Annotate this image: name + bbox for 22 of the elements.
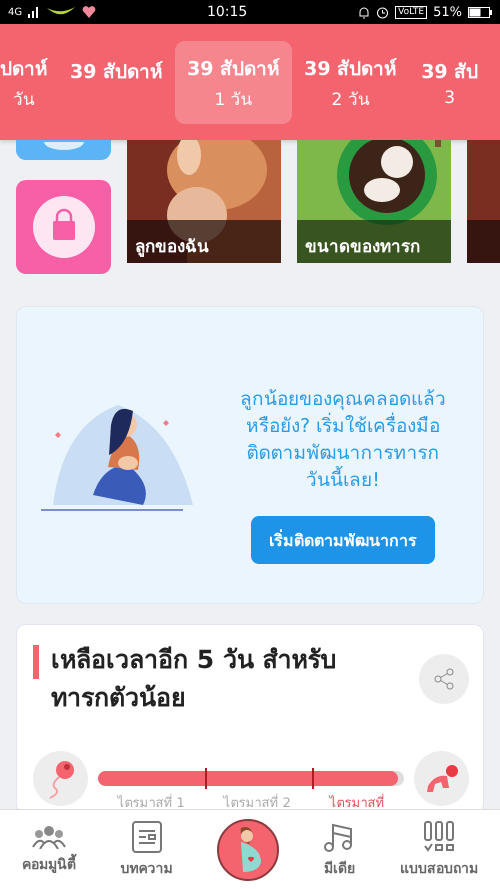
clock-time: 10:15 (206, 4, 248, 20)
trimester-label: ไตรมาสที่ (330, 792, 385, 809)
nav-tab[interactable]: แบบสอบถาม (400, 820, 478, 878)
week-tab[interactable]: ปดาห์ วัน (0, 40, 58, 124)
card-title: ขนาดของทารก (305, 236, 420, 259)
nav-tab[interactable]: มีเดีย (323, 820, 356, 878)
card-title: ลูกของฉัน (135, 236, 209, 259)
feature-card[interactable]: ลูกของฉัน (127, 140, 281, 273)
battery-percent: 51% (433, 4, 462, 20)
promo-message: ลูกน้อยของคุณคลอดแล้วหรือยัง? เริ่มใช้เครื่องมือติดตามพัฒนาการทารกวันนี้เลย! (239, 387, 447, 493)
start-tracking-button[interactable]: เริ่มติดตามพัฒนาการ (251, 516, 435, 564)
countdown-title: เหลือเวลาอีก 5 วัน สำหรับทารกตัวน้อย (51, 644, 338, 714)
week-tab[interactable]: 39 สัปดาห์ (58, 40, 176, 124)
network-type: 4G (8, 6, 22, 18)
trimester-label: ไตรมาสที่ 1 (117, 792, 185, 809)
nav-tab[interactable]: คอมมูนิตี้ (22, 824, 76, 874)
feature-card[interactable]: ขนาดของทารก (297, 140, 451, 273)
week-tab[interactable]: 39 สัปดาห์ 2 วัน (292, 40, 410, 124)
week-tab[interactable]: 39 สัป 3 (409, 40, 490, 124)
nav-tab[interactable]: บทความ (120, 820, 173, 878)
trimester-label: ไตรมาสที่ 2 (223, 792, 291, 809)
volte-badge: VoLTE (395, 6, 428, 18)
